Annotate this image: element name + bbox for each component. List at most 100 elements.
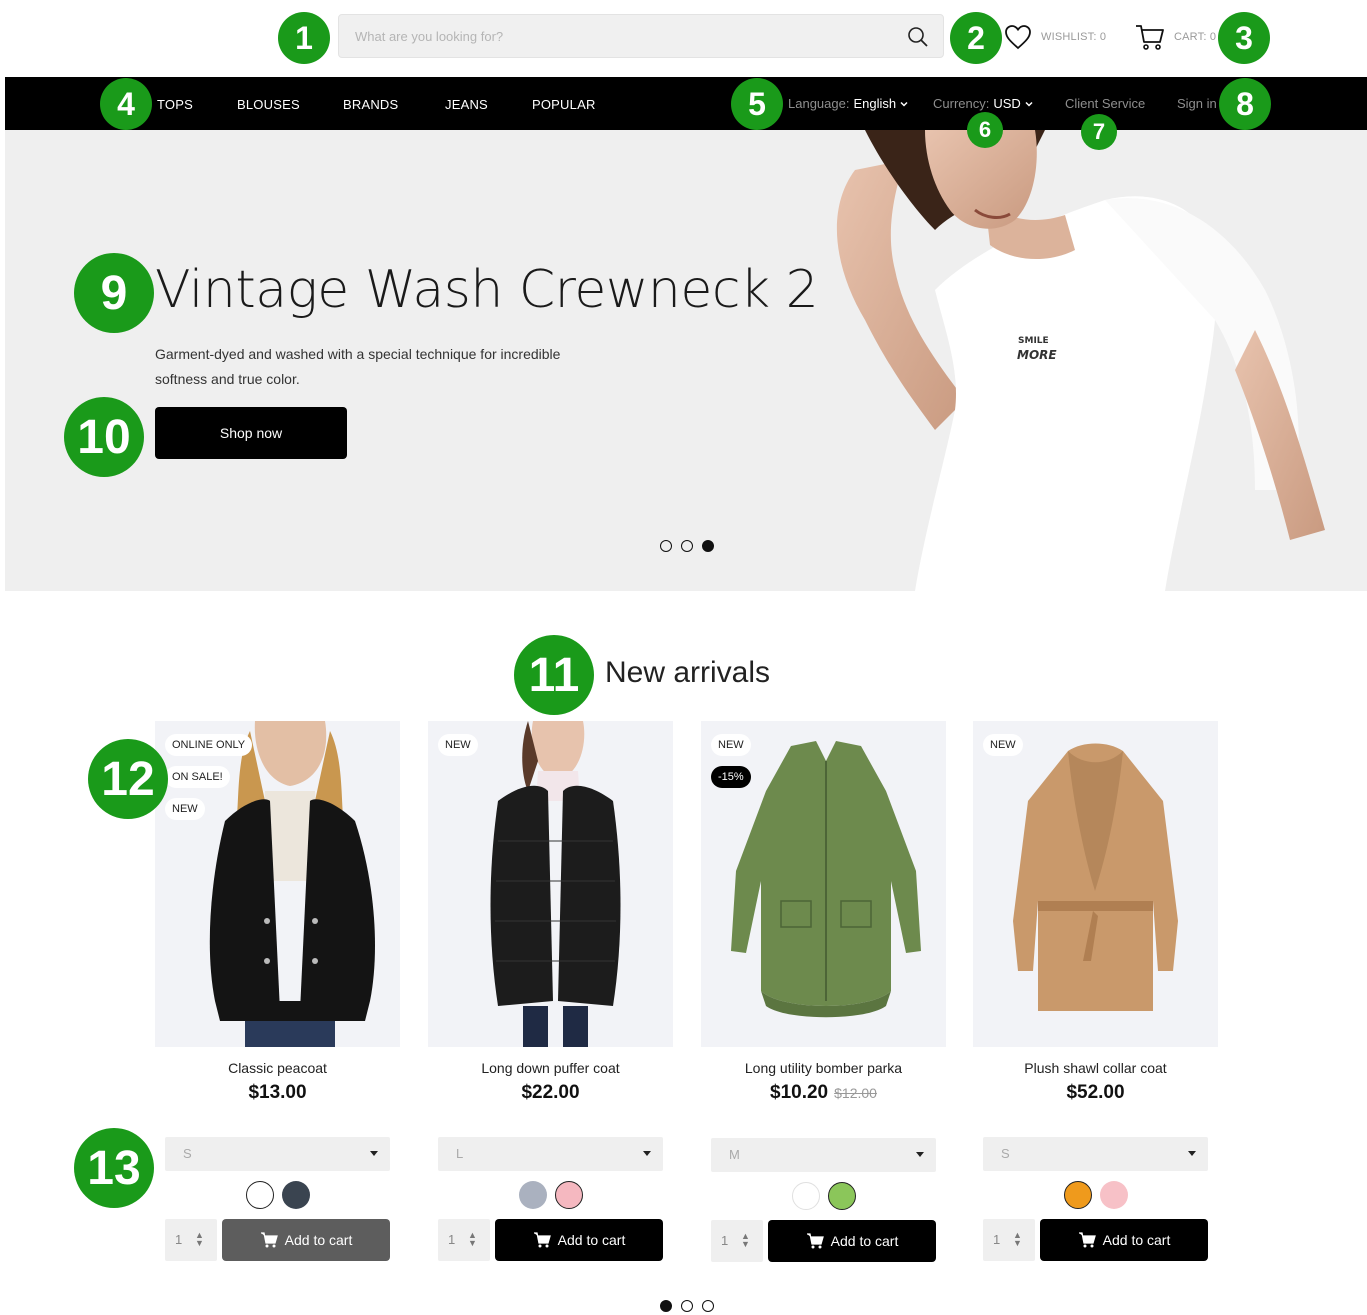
cart-icon (806, 1233, 824, 1249)
badge-new: NEW (711, 734, 751, 756)
hero-slide-dot[interactable] (681, 540, 693, 552)
cart-icon (1136, 25, 1164, 50)
quantity-stepper[interactable]: 1 ▲ ▼ (438, 1219, 490, 1261)
badge-stack: NEW (438, 734, 478, 756)
add-to-cart-button[interactable]: Add to cart (768, 1220, 936, 1262)
quantity-stepper[interactable]: 1 ▲ ▼ (711, 1220, 763, 1262)
size-select[interactable]: M (711, 1138, 936, 1172)
wishlist-link[interactable]: WISHLIST: 0 (1004, 22, 1106, 52)
carousel-dot[interactable] (702, 1300, 714, 1312)
product-name[interactable]: Classic peacoat (155, 1060, 400, 1076)
add-to-cart-label: Add to cart (830, 1233, 899, 1249)
product-name[interactable]: Long utility bomber parka (701, 1060, 946, 1076)
currency-label: Currency: (933, 96, 990, 111)
language-selector[interactable]: Language: English (788, 96, 908, 111)
product-image[interactable]: NEW (428, 721, 673, 1047)
swatch-charcoal[interactable] (281, 1181, 310, 1209)
add-to-cart-button[interactable]: Add to cart (222, 1219, 390, 1261)
product-carousel-dots (660, 1300, 714, 1312)
badge-new: NEW (983, 734, 1023, 756)
carousel-dot[interactable] (681, 1300, 693, 1312)
product-image[interactable]: NEW (973, 721, 1218, 1047)
hero-slider-dots (660, 540, 714, 552)
badge-new: NEW (165, 798, 205, 820)
hero-slide-dot-active[interactable] (702, 540, 714, 552)
nav-item-brands[interactable]: BRANDS (343, 97, 398, 112)
current-price: $22.00 (521, 1082, 580, 1103)
nav-item-popular[interactable]: POPULAR (532, 97, 596, 112)
swatch-green[interactable] (827, 1182, 856, 1210)
marker-10: 10 (64, 397, 144, 477)
quantity-stepper[interactable]: 1 ▲ ▼ (983, 1219, 1035, 1261)
add-to-cart-button[interactable]: Add to cart (1040, 1219, 1208, 1261)
currency-selector[interactable]: Currency: USD (933, 96, 1033, 111)
color-swatches (701, 1182, 946, 1210)
hero-slide-dot[interactable] (660, 540, 672, 552)
puffer-coat-image (490, 721, 621, 1047)
swatch-light-pink[interactable] (1099, 1181, 1128, 1209)
current-price: $10.20 (770, 1082, 829, 1103)
add-to-cart-label: Add to cart (557, 1232, 626, 1248)
product-card: NEW Plush shawl collar coat $52.00 S 1 ▲ ▼… (973, 721, 1218, 1261)
product-price: $10.20 $12.00 (701, 1082, 946, 1104)
stepper-arrows-icon[interactable]: ▲ ▼ (1013, 1231, 1022, 1248)
swatch-orange[interactable] (1063, 1181, 1092, 1209)
hero-model-image: SMILE MORE (836, 130, 1325, 591)
marker-2: 2 (950, 12, 1002, 64)
swatch-white[interactable] (791, 1182, 820, 1210)
carousel-dot-active[interactable] (660, 1300, 672, 1312)
search-icon[interactable] (907, 26, 929, 48)
swatch-grey-blue[interactable] (518, 1181, 547, 1209)
size-select[interactable]: S (165, 1137, 390, 1171)
badge-new: NEW (438, 734, 478, 756)
size-select[interactable]: S (983, 1137, 1208, 1171)
size-select[interactable]: L (438, 1137, 663, 1171)
badge-on-sale: ON SALE! (165, 766, 230, 788)
marker-9: 9 (74, 253, 154, 333)
swatch-white[interactable] (245, 1181, 274, 1209)
size-value: S (1001, 1146, 1010, 1161)
size-value: M (729, 1147, 740, 1162)
stepper-arrows-icon[interactable]: ▲ ▼ (468, 1231, 477, 1248)
search-bar[interactable] (338, 14, 944, 58)
product-name[interactable]: Long down puffer coat (428, 1060, 673, 1076)
product-card: ONLINE ONLY ON SALE! NEW Classic peacoat… (155, 721, 400, 1261)
current-price: $52.00 (1066, 1082, 1125, 1103)
wishlist-count: WISHLIST: 0 (1041, 31, 1107, 43)
product-card: NEW -15% Long utility bomber parka $10.2… (701, 721, 946, 1262)
client-service-link[interactable]: Client Service (1065, 96, 1145, 111)
shawl-collar-coat-image (1013, 743, 1178, 1011)
quantity-value: 1 (721, 1233, 729, 1248)
stepper-arrows-icon[interactable]: ▲ ▼ (195, 1231, 204, 1248)
marker-4: 4 (100, 78, 152, 130)
search-input[interactable] (355, 25, 895, 47)
badge-stack: ONLINE ONLY ON SALE! NEW (165, 734, 253, 820)
section-title: New arrivals (605, 656, 771, 689)
product-image[interactable]: ONLINE ONLY ON SALE! NEW (155, 721, 400, 1047)
add-to-cart-button[interactable]: Add to cart (495, 1219, 663, 1261)
hero-description: Garment-dyed and washed with a special t… (155, 346, 561, 387)
dropdown-arrow-icon (916, 1152, 924, 1157)
language-label: Language: (788, 96, 850, 111)
badge-stack: NEW (983, 734, 1023, 756)
nav-item-blouses[interactable]: BLOUSES (237, 97, 300, 112)
marker-5: 5 (731, 78, 783, 130)
color-swatches (155, 1181, 400, 1209)
quantity-stepper[interactable]: 1 ▲ ▼ (165, 1219, 217, 1261)
product-price: $13.00 (155, 1082, 400, 1104)
shop-now-button[interactable]: Shop now (155, 407, 347, 459)
cart-link[interactable]: CART: 0 (1134, 22, 1216, 52)
product-name[interactable]: Plush shawl collar coat (973, 1060, 1218, 1076)
currency-value: USD (993, 96, 1021, 111)
product-image[interactable]: NEW -15% (701, 721, 946, 1047)
hero-title: Vintage Wash Crewneck 2 (155, 260, 819, 320)
nav-item-jeans[interactable]: JEANS (445, 97, 488, 112)
badge-stack: NEW -15% (711, 734, 751, 788)
swatch-pink[interactable] (554, 1181, 583, 1209)
tshirt-print-bottom: MORE (1017, 348, 1057, 362)
sign-in-link[interactable]: Sign in (1177, 96, 1217, 111)
nav-item-tops[interactable]: TOPS (157, 97, 193, 112)
color-swatches (973, 1181, 1218, 1209)
size-value: L (456, 1146, 464, 1161)
stepper-arrows-icon[interactable]: ▲ ▼ (741, 1232, 750, 1249)
